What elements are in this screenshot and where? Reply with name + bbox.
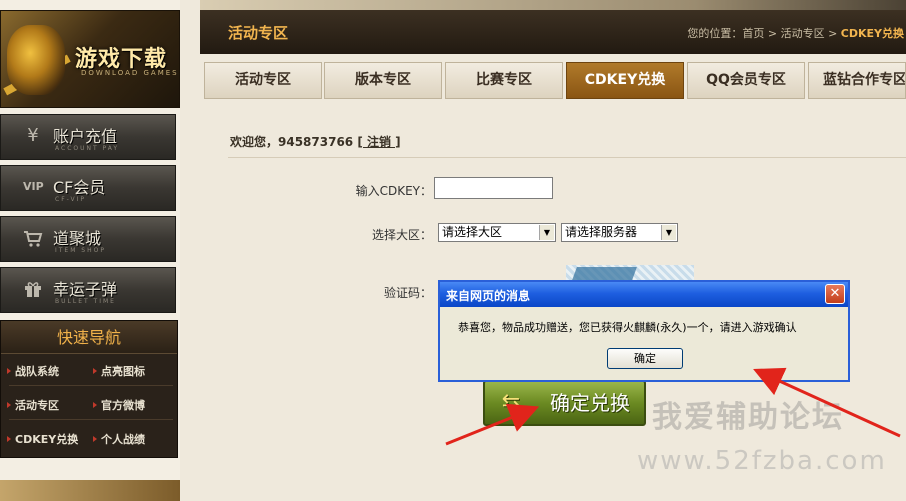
tab-blue-diamond[interactable]: 蓝钻合作专区 [808,62,906,99]
cart-icon [23,228,43,248]
page-title: 活动专区 [228,24,289,42]
tab-match[interactable]: 比赛专区 [445,62,563,99]
tab-bar: 活动专区 版本专区 比赛专区 CDKEY兑换 QQ会员专区 蓝钻合作专区 [204,62,906,100]
alert-dialog: 来自网页的消息 ✕ 恭喜您，物品成功赠送，您已获得火麒麟(永久)一个，请进入游戏… [438,280,850,382]
quick-nav-item-events[interactable]: 活动专区 [5,397,59,413]
sidebar-item-sublabel: ITEM SHOP [55,247,106,254]
chevron-down-icon: ▼ [661,225,676,240]
dialog-titlebar[interactable]: 来自网页的消息 ✕ [440,282,848,307]
welcome-text: 欢迎您，945873766 [230,135,354,149]
soldier-icon [7,25,65,95]
ok-button[interactable]: 确定 [607,348,683,369]
sidebar-item-item-shop[interactable]: 道聚城 ITEM SHOP [0,216,176,262]
region-select[interactable]: 请选择大区 ▼ [438,223,556,242]
sidebar-item-label: 道聚城 [53,229,102,248]
divider [228,157,906,158]
tab-cdkey[interactable]: CDKEY兑换 [566,62,684,99]
quick-nav-item-stats[interactable]: 个人战绩 [91,431,145,447]
breadcrumb: 您的位置：首页 > 活动专区 > CDKEY兑换 [687,25,904,41]
breadcrumb-current: CDKEY兑换 [840,27,904,40]
welcome-line: 欢迎您，945873766 [ 注销 ] [230,133,401,150]
chevron-down-icon: ▼ [539,225,554,240]
sidebar-item-sublabel: ACCOUNT PAY [55,145,120,152]
yen-icon: ¥ [27,125,39,146]
sidebar-item-sublabel: BULLET TIME [55,298,116,305]
breadcrumb-path[interactable]: 您的位置：首页 > 活动专区 > [687,27,840,40]
sidebar-item-sublabel: CF-VIP [55,196,86,203]
banner-subtitle: DOWNLOAD GAMES [81,69,179,77]
server-select-value: 请选择服务器 [565,225,638,239]
game-download-banner[interactable]: 游戏下载 DOWNLOAD GAMES [0,10,180,108]
sidebar-item-label: 幸运子弹 [53,280,118,299]
watermark-title: 我爱辅助论坛 [652,400,844,435]
confirm-exchange-button[interactable]: ⇆ 确定兑换 [483,380,646,426]
captcha-label: 验证码： [383,286,432,300]
cdkey-input[interactable] [434,177,553,199]
quick-nav: 快速导航 战队系统 点亮图标 活动专区 官方微博 CDKEY兑换 个人战绩 [0,320,178,458]
sidebar-item-cf-vip[interactable]: VIP CF会员 CF-VIP [0,165,176,211]
divider [9,419,173,420]
divider [9,385,173,386]
confirm-exchange-label: 确定兑换 [550,391,630,415]
watermark-url: www.52fzba.com [637,446,887,476]
tab-qq-vip[interactable]: QQ会员专区 [687,62,805,99]
gift-icon [23,279,43,299]
region-label: 选择大区： [371,228,432,242]
header-decoration [200,0,906,10]
server-select[interactable]: 请选择服务器 ▼ [561,223,678,242]
sidebar-item-label: CF会员 [53,178,106,197]
exchange-icon: ⇆ [501,390,521,415]
sidebar: 游戏下载 DOWNLOAD GAMES ¥ 账户充值 ACCOUNT PAY V… [0,0,180,501]
sidebar-bottom-banner [0,480,180,501]
quick-nav-item-weibo[interactable]: 官方微博 [91,397,145,413]
quick-nav-item-light-icon[interactable]: 点亮图标 [91,363,145,379]
region-select-value: 请选择大区 [442,225,503,239]
header-bar: 活动专区 您的位置：首页 > 活动专区 > CDKEY兑换 [200,10,906,54]
quick-nav-title: 快速导航 [1,321,177,354]
sidebar-item-account-pay[interactable]: ¥ 账户充值 ACCOUNT PAY [0,114,176,160]
quick-nav-item-cdkey[interactable]: CDKEY兑换 [5,431,78,447]
close-icon[interactable]: ✕ [825,284,845,304]
tab-version[interactable]: 版本专区 [324,62,442,99]
logout-link[interactable]: [ 注销 ] [357,135,400,149]
dialog-title: 来自网页的消息 [446,289,531,303]
cdkey-label: 输入CDKEY： [355,184,432,198]
tab-events[interactable]: 活动专区 [204,62,322,99]
sidebar-item-bullet-time[interactable]: 幸运子弹 BULLET TIME [0,267,176,313]
dialog-message: 恭喜您，物品成功赠送，您已获得火麒麟(永久)一个，请进入游戏确认 [458,321,797,334]
sidebar-item-label: 账户充值 [53,127,118,146]
vip-icon: VIP [23,180,44,193]
quick-nav-item-team[interactable]: 战队系统 [5,363,59,379]
